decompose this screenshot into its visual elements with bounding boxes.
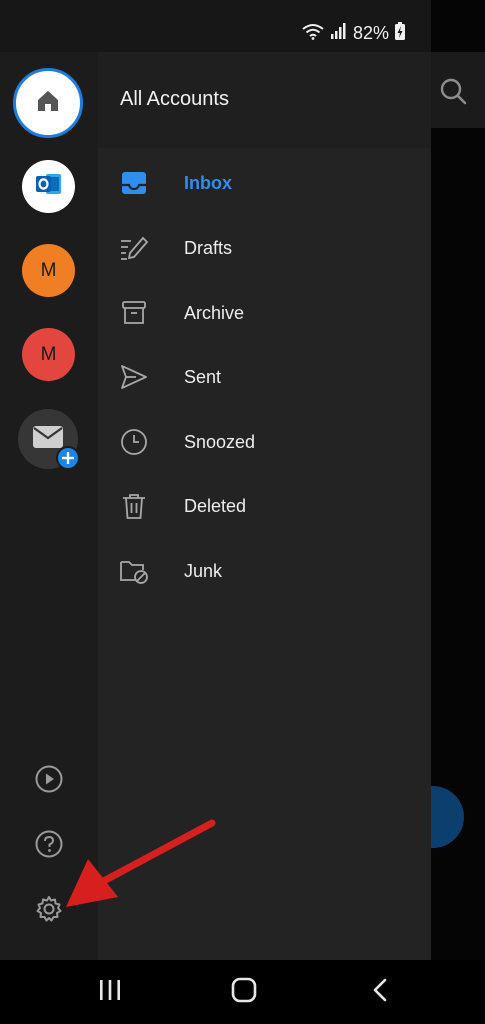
back-icon bbox=[370, 977, 390, 1008]
folder-item-inbox[interactable]: Inbox bbox=[98, 155, 431, 211]
avatar-initial: M bbox=[40, 343, 57, 365]
account-avatar-m1[interactable]: M bbox=[22, 244, 75, 297]
folder-label: Junk bbox=[184, 560, 223, 581]
status-bar: 82% bbox=[0, 0, 431, 52]
archive-icon bbox=[119, 298, 149, 328]
folder-label: Snoozed bbox=[184, 431, 256, 452]
folder-item-archive[interactable]: Archive bbox=[98, 285, 431, 341]
play-button[interactable] bbox=[33, 765, 65, 797]
outlook-logo-icon bbox=[35, 171, 63, 202]
search-icon bbox=[438, 76, 468, 106]
back-button[interactable] bbox=[363, 976, 397, 1008]
home-icon bbox=[35, 88, 61, 119]
sent-icon bbox=[119, 362, 149, 392]
play-icon bbox=[34, 764, 64, 799]
folder-item-drafts[interactable]: Drafts bbox=[98, 220, 431, 276]
home-circle-icon bbox=[230, 977, 258, 1008]
trash-icon bbox=[119, 491, 149, 521]
folder-item-sent[interactable]: Sent bbox=[98, 349, 431, 405]
annotation-arrow bbox=[60, 815, 220, 915]
recent-apps-icon bbox=[98, 979, 122, 1006]
drafts-icon bbox=[119, 233, 149, 263]
folder-label: Archive bbox=[184, 302, 245, 323]
outlook-account-button[interactable] bbox=[22, 160, 75, 213]
recent-apps-button[interactable] bbox=[93, 976, 127, 1008]
junk-icon bbox=[119, 556, 149, 586]
avatar-initial: M bbox=[40, 259, 57, 281]
account-avatar-m2[interactable]: M bbox=[22, 328, 75, 381]
status-icons: 82% bbox=[301, 22, 405, 45]
inbox-icon bbox=[119, 168, 149, 198]
signal-icon bbox=[330, 23, 347, 44]
folder-label: Sent bbox=[184, 366, 222, 387]
folder-item-snoozed[interactable]: Snoozed bbox=[98, 414, 431, 470]
folder-label: Drafts bbox=[184, 237, 233, 258]
battery-icon bbox=[395, 22, 405, 45]
all-accounts-button[interactable] bbox=[13, 68, 83, 138]
folder-label: Deleted bbox=[184, 495, 247, 516]
home-nav-button[interactable] bbox=[227, 976, 261, 1008]
folder-label: Inbox bbox=[184, 172, 232, 193]
folder-item-deleted[interactable]: Deleted bbox=[98, 478, 431, 534]
plus-icon bbox=[56, 446, 80, 470]
battery-text: 82% bbox=[352, 23, 389, 43]
folder-item-junk[interactable]: Junk bbox=[98, 543, 431, 599]
panel-title: All Accounts bbox=[120, 88, 229, 110]
snoozed-icon bbox=[119, 427, 149, 457]
wifi-icon bbox=[301, 22, 325, 45]
